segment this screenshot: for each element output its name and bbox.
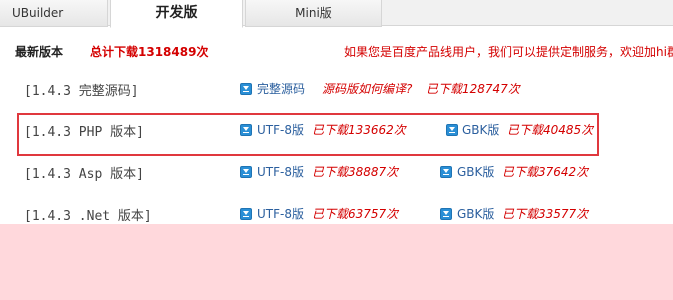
download-icon xyxy=(240,83,252,95)
page-title: 最新版本 xyxy=(15,45,64,59)
row-label: [1.4.3 完整源码] xyxy=(24,84,139,99)
download-count-utf8: 已下载133662次 xyxy=(312,123,406,137)
tab-dev-version[interactable]: 开发版 xyxy=(110,0,243,28)
download-icon xyxy=(446,124,458,136)
download-link-utf8[interactable]: UTF-8版 xyxy=(257,163,304,180)
download-link-utf8[interactable]: UTF-8版 xyxy=(257,121,304,138)
tab-mini-version[interactable]: Mini版 xyxy=(245,0,382,27)
row-label: [1.4.3 Asp 版本] xyxy=(24,167,144,182)
download-link-gbk[interactable]: GBK版 xyxy=(462,121,499,138)
download-count: 已下载128747次 xyxy=(426,82,520,96)
download-link-gbk[interactable]: GBK版 xyxy=(457,163,494,180)
download-icon xyxy=(440,208,452,220)
download-count-gbk: 已下载37642次 xyxy=(502,165,589,179)
total-downloads: 总计下载1318489次 xyxy=(90,45,209,59)
download-link-utf8[interactable]: UTF-8版 xyxy=(257,205,304,222)
download-count-gbk: 已下载40485次 xyxy=(507,123,594,137)
tab-ubuilder[interactable]: UBuilder xyxy=(0,0,108,27)
row-php: [1.4.3 PHP 版本] UTF-8版 已下载133662次 GBK版 已下… xyxy=(0,121,673,145)
custom-service-notice: 如果您是百度产品线用户，我们可以提供定制服务，欢迎加hi群 xyxy=(344,45,673,59)
download-count-utf8: 已下载63757次 xyxy=(312,207,399,221)
download-icon xyxy=(240,208,252,220)
download-count-gbk: 已下载33577次 xyxy=(502,207,589,221)
row-asp: [1.4.3 Asp 版本] UTF-8版 已下载38887次 GBK版 已下载… xyxy=(0,163,673,187)
compile-help-link[interactable]: 源码版如何编译? xyxy=(322,80,412,97)
download-icon xyxy=(240,166,252,178)
pink-overlay xyxy=(0,224,673,300)
row-label: [1.4.3 PHP 版本] xyxy=(24,125,144,140)
download-link[interactable]: 完整源码 xyxy=(257,80,305,97)
download-icon xyxy=(240,124,252,136)
download-count-utf8: 已下载38887次 xyxy=(312,165,399,179)
row-full-source: [1.4.3 完整源码] 完整源码 源码版如何编译? 已下载128747次 xyxy=(0,80,673,104)
header-line: 最新版本 总计下载1318489次 如果您是百度产品线用户，我们可以提供定制服务… xyxy=(0,40,673,60)
row-label: [1.4.3 .Net 版本] xyxy=(24,209,152,224)
download-icon xyxy=(440,166,452,178)
tab-bar: UBuilder 开发版 Mini版 xyxy=(0,0,673,28)
download-link-gbk[interactable]: GBK版 xyxy=(457,205,494,222)
